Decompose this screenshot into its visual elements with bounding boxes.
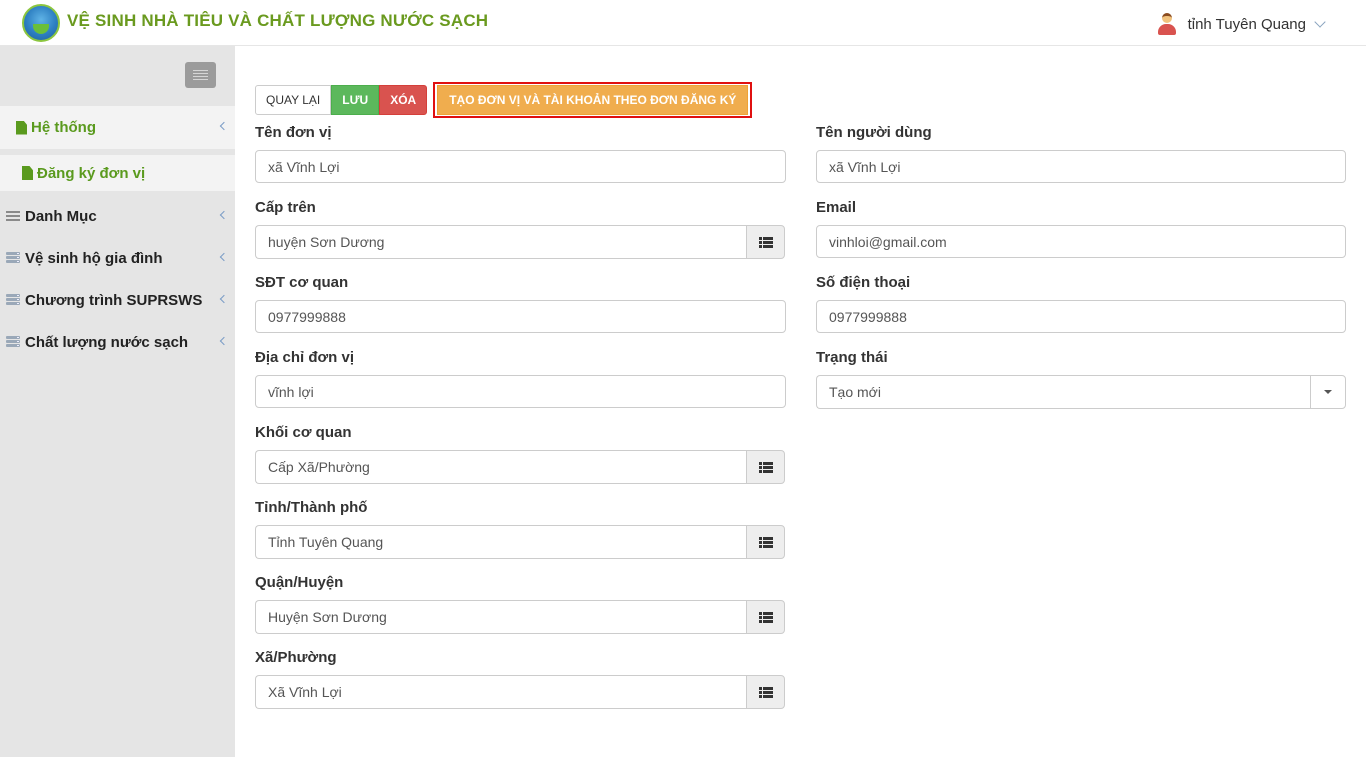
sidebar-item-chat-luong-nuoc-sach[interactable]: Chất lượng nước sạch <box>0 321 235 363</box>
field-email: Email vinhloi@gmail.com <box>816 199 1347 258</box>
field-label: Quận/Huyện <box>255 574 344 591</box>
field-label: Khối cơ quan <box>255 424 352 441</box>
address-input[interactable]: vĩnh lợi <box>255 375 786 408</box>
field-ten-nguoi-dung: Tên người dùng xã Vĩnh Lợi <box>816 124 1347 183</box>
office-phone-input[interactable]: 0977999888 <box>255 300 786 333</box>
field-label: Trạng thái <box>816 349 888 366</box>
table-list-icon <box>758 536 773 548</box>
lookup-button[interactable] <box>746 600 785 634</box>
action-toolbar: QUAY LẠI LƯU XÓA TẠO ĐƠN VỊ VÀ TÀI KHOẢN… <box>255 82 753 118</box>
table-list-icon <box>758 611 773 623</box>
field-trang-thai: Trạng thái Tạo mới <box>816 349 1347 409</box>
back-button[interactable]: QUAY LẠI <box>255 85 332 115</box>
sidebar-item-chuong-trinh-suprsws[interactable]: Chương trình SUPRSWS <box>0 279 235 321</box>
app-title: VỆ SINH NHÀ TIÊU VÀ CHẤT LƯỢNG NƯỚC SẠCH <box>67 11 489 30</box>
field-label: Địa chỉ đơn vị <box>255 349 355 366</box>
table-list-icon <box>758 461 773 473</box>
dropdown-toggle[interactable] <box>1310 375 1346 409</box>
phone-input[interactable]: 0977999888 <box>816 300 1346 333</box>
agency-block-input[interactable]: Cấp Xã/Phường <box>255 450 746 484</box>
sidebar-item-label: Danh Mục <box>25 207 97 225</box>
table-list-icon <box>758 686 773 698</box>
field-ten-don-vi: Tên đơn vị xã Vĩnh Lợi <box>255 124 786 183</box>
lookup-button[interactable] <box>746 525 785 559</box>
chevron-left-icon <box>219 210 229 220</box>
sidebar-toggle-button[interactable] <box>185 62 216 88</box>
status-select[interactable]: Tạo mới <box>816 375 1346 409</box>
user-menu[interactable]: tỉnh Tuyên Quang <box>1156 13 1326 35</box>
field-tinh-thanh-pho: Tỉnh/Thành phố Tỉnh Tuyên Quang <box>255 499 786 559</box>
province-input[interactable]: Tỉnh Tuyên Quang <box>255 525 746 559</box>
app-logo <box>22 4 60 42</box>
lookup-button[interactable] <box>746 450 785 484</box>
lookup-button[interactable] <box>746 675 785 709</box>
save-button[interactable]: LƯU <box>331 85 380 115</box>
chevron-left-icon <box>219 252 229 262</box>
field-label: Cấp trên <box>255 199 316 216</box>
field-so-dien-thoai: Số điện thoại 0977999888 <box>816 274 1347 333</box>
field-xa-phuong: Xã/Phường Xã Vĩnh Lợi <box>255 649 786 709</box>
field-label: Số điện thoại <box>816 274 911 291</box>
table-list-icon <box>758 236 773 248</box>
delete-button[interactable]: XÓA <box>379 85 428 115</box>
email-input[interactable]: vinhloi@gmail.com <box>816 225 1346 258</box>
chevron-left-icon <box>219 121 229 131</box>
field-label: Tỉnh/Thành phố <box>255 499 368 516</box>
main-content: QUAY LẠI LƯU XÓA TẠO ĐƠN VỊ VÀ TÀI KHOẢN… <box>235 46 1366 757</box>
field-label: Tên đơn vị <box>255 124 332 141</box>
top-header: VỆ SINH NHÀ TIÊU VÀ CHẤT LƯỢNG NƯỚC SẠCH… <box>0 0 1366 46</box>
user-avatar-icon <box>1156 13 1178 35</box>
commune-input[interactable]: Xã Vĩnh Lợi <box>255 675 746 709</box>
caret-down-icon <box>1324 390 1332 394</box>
highlight-box: TẠO ĐƠN VỊ VÀ TÀI KHOẢN THEO ĐƠN ĐĂNG KÝ <box>433 82 753 118</box>
field-quan-huyen: Quận/Huyện Huyện Sơn Dương <box>255 574 786 634</box>
status-select-value[interactable]: Tạo mới <box>816 375 1310 409</box>
lookup-button[interactable] <box>746 225 785 259</box>
sidebar-item-ve-sinh-ho-gia-dinh[interactable]: Vệ sinh hộ gia đình <box>0 237 235 279</box>
chevron-left-icon <box>219 294 229 304</box>
sidebar-item-label: Chất lượng nước sạch <box>25 333 189 351</box>
server-icon <box>6 252 20 264</box>
field-label: Tên người dùng <box>816 124 932 141</box>
unit-name-input[interactable]: xã Vĩnh Lợi <box>255 150 786 183</box>
sidebar-item-dang-ky-don-vi[interactable]: Đăng ký đơn vị <box>0 155 235 191</box>
server-icon <box>6 336 20 348</box>
field-label: Xã/Phường <box>255 649 337 666</box>
field-dia-chi: Địa chỉ đơn vị vĩnh lợi <box>255 349 786 408</box>
sidebar: Hệ thống Đăng ký đơn vị Danh Mục Vệ sinh… <box>0 46 235 757</box>
server-icon <box>6 294 20 306</box>
username-input[interactable]: xã Vĩnh Lợi <box>816 150 1346 183</box>
sidebar-menu: Hệ thống Đăng ký đơn vị Danh Mục Vệ sinh… <box>0 106 235 363</box>
file-icon <box>16 120 27 135</box>
sidebar-item-he-thong[interactable]: Hệ thống <box>0 106 235 149</box>
chevron-down-icon <box>1314 15 1326 28</box>
district-input[interactable]: Huyện Sơn Dương <box>255 600 746 634</box>
sidebar-item-label: Vệ sinh hộ gia đình <box>25 249 163 267</box>
sidebar-item-danh-muc[interactable]: Danh Mục <box>0 195 235 237</box>
sidebar-item-label: Hệ thống <box>31 119 96 136</box>
parent-unit-input[interactable]: huyện Sơn Dương <box>255 225 746 259</box>
file-icon <box>22 166 33 180</box>
field-sdt-co-quan: SĐT cơ quan 0977999888 <box>255 274 786 333</box>
user-name: tỉnh Tuyên Quang <box>1187 15 1306 33</box>
list-icon <box>6 210 20 222</box>
field-label: SĐT cơ quan <box>255 274 349 291</box>
field-cap-tren: Cấp trên huyện Sơn Dương <box>255 199 786 259</box>
field-khoi-co-quan: Khối cơ quan Cấp Xã/Phường <box>255 424 786 484</box>
create-unit-account-button[interactable]: TẠO ĐƠN VỊ VÀ TÀI KHOẢN THEO ĐƠN ĐĂNG KÝ <box>437 85 749 115</box>
chevron-left-icon <box>219 336 229 346</box>
sidebar-item-label: Chương trình SUPRSWS <box>25 291 203 309</box>
sidebar-item-label: Đăng ký đơn vị <box>37 164 146 182</box>
field-label: Email <box>816 199 857 216</box>
